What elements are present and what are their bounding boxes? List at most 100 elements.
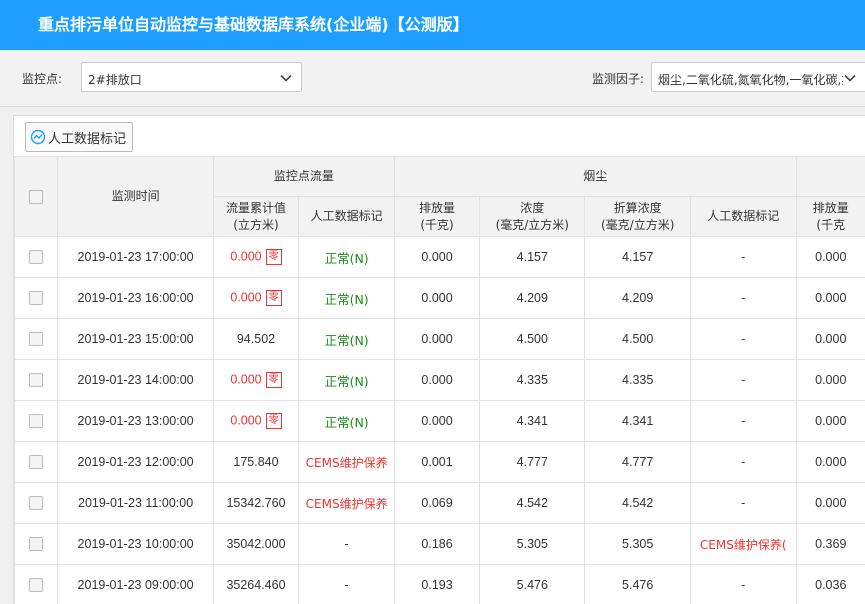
cell-flow: 0.000零: [213, 401, 299, 442]
manual-mark-button[interactable]: 人工数据标记: [25, 122, 133, 152]
cell-smoke-mark: -: [690, 401, 796, 442]
factor-label: 监测因子:: [592, 70, 644, 87]
row-checkbox[interactable]: [29, 373, 43, 387]
col-smoke-conc-title: 浓度: [480, 200, 584, 217]
row-checkbox[interactable]: [29, 455, 43, 469]
cell-next-emission: 0.000: [796, 237, 865, 278]
row-checkbox[interactable]: [29, 414, 43, 428]
cell-emission: 0.000: [395, 278, 480, 319]
cell-emission: 0.000: [395, 360, 480, 401]
cell-fold: 4.157: [585, 237, 690, 278]
line-chart-icon: [30, 129, 46, 145]
cell-conc: 4.341: [480, 401, 585, 442]
row-checkbox[interactable]: [29, 578, 43, 592]
col-flow-total: 流量累计值(立方米): [213, 197, 299, 237]
row-select-cell: [15, 360, 58, 401]
cell-fold: 4.500: [585, 319, 690, 360]
cell-smoke-mark: -: [690, 278, 796, 319]
col-smoke-emission-unit: (千克): [395, 217, 479, 234]
cell-flow-value: 0.000: [230, 249, 261, 263]
cell-time: 2019-01-23 12:00:00: [58, 442, 213, 483]
cell-fold: 4.335: [585, 360, 690, 401]
cell-flow-mark: 正常(N): [299, 278, 395, 319]
row-checkbox[interactable]: [29, 537, 43, 551]
cell-flow-value: 0.000: [230, 290, 261, 304]
cell-next-emission: 0.036: [796, 565, 865, 604]
select-all-checkbox[interactable]: [29, 190, 43, 204]
cell-flow-mark: -: [299, 565, 395, 604]
cell-flow-mark: CEMS维护保养: [299, 483, 395, 524]
cell-time: 2019-01-23 11:00:00: [58, 483, 213, 524]
row-checkbox[interactable]: [29, 291, 43, 305]
cell-smoke-mark: -: [690, 360, 796, 401]
group-flow: 监控点流量: [213, 157, 394, 197]
col-smoke-conc-unit: (毫克/立方米): [480, 217, 584, 234]
cell-flow: 35264.460: [213, 565, 299, 604]
row-checkbox[interactable]: [29, 496, 43, 510]
cell-time: 2019-01-23 16:00:00: [58, 278, 213, 319]
cell-time: 2019-01-23 13:00:00: [58, 401, 213, 442]
manual-mark-button-label: 人工数据标记: [48, 128, 126, 147]
cell-fold: 5.476: [585, 565, 690, 604]
zero-badge: 零: [266, 290, 282, 306]
cell-flow-value: 175.840: [233, 455, 278, 469]
cell-time: 2019-01-23 09:00:00: [58, 565, 213, 604]
row-select-cell: [15, 565, 58, 604]
chevron-down-icon: [279, 71, 293, 85]
col-smoke-fold-unit: (毫克/立方米): [585, 217, 689, 234]
cell-emission: 0.000: [395, 401, 480, 442]
cell-conc: 4.157: [480, 237, 585, 278]
cell-flow-mark: 正常(N): [299, 360, 395, 401]
row-checkbox[interactable]: [29, 332, 43, 346]
col-smoke-fold: 折算浓度(毫克/立方米): [585, 197, 690, 237]
cell-smoke-mark: -: [690, 237, 796, 278]
cell-next-emission: 0.000: [796, 360, 865, 401]
factor-select-value: 烟尘,二氧化硫,氮氧化物,一氧化碳,氯: [658, 71, 853, 88]
cell-conc: 5.305: [480, 524, 585, 565]
table-row: 2019-01-23 17:00:000.000零正常(N)0.0004.157…: [15, 237, 865, 278]
cell-emission: 0.000: [395, 237, 480, 278]
cell-fold: 4.209: [585, 278, 690, 319]
cell-emission: 0.069: [395, 483, 480, 524]
cell-emission: 0.000: [395, 319, 480, 360]
cell-conc: 4.209: [480, 278, 585, 319]
cell-next-emission: 0.000: [796, 319, 865, 360]
factor-select[interactable]: 烟尘,二氧化硫,氮氧化物,一氧化碳,氯: [651, 62, 865, 92]
cell-smoke-mark: CEMS维护保养(: [690, 524, 796, 565]
col-smoke-emission-title: 排放量: [395, 200, 479, 217]
cell-conc: 4.777: [480, 442, 585, 483]
cell-conc: 4.542: [480, 483, 585, 524]
point-label: 监控点:: [22, 70, 62, 87]
cell-time: 2019-01-23 15:00:00: [58, 319, 213, 360]
data-table: 监测时间 监控点流量 烟尘 流量累计值(立方米) 人工数据标记 排放量(千克) …: [14, 156, 865, 604]
group-next: [796, 157, 865, 197]
cell-flow-mark: -: [299, 524, 395, 565]
app-title: 重点排污单位自动监控与基础数据库系统(企业端)【公测版】: [38, 11, 469, 35]
row-select-cell: [15, 442, 58, 483]
filter-bar: 监控点: 2#排放口 监测因子: 烟尘,二氧化硫,氮氧化物,一氧化碳,氯: [0, 50, 865, 107]
cell-emission: 0.001: [395, 442, 480, 483]
row-select-cell: [15, 401, 58, 442]
row-select-cell: [15, 237, 58, 278]
cell-flow-value: 94.502: [237, 332, 275, 346]
cell-flow-mark: CEMS维护保养: [299, 442, 395, 483]
cell-flow: 35042.000: [213, 524, 299, 565]
zero-badge: 零: [266, 372, 282, 388]
row-checkbox[interactable]: [29, 250, 43, 264]
cell-smoke-mark: -: [690, 442, 796, 483]
cell-flow-mark: 正常(N): [299, 237, 395, 278]
point-select[interactable]: 2#排放口: [81, 62, 302, 92]
cell-fold: 4.341: [585, 401, 690, 442]
cell-flow-mark: 正常(N): [299, 319, 395, 360]
col-smoke-conc: 浓度(毫克/立方米): [480, 197, 585, 237]
col-smoke-mark: 人工数据标记: [690, 197, 796, 237]
app-header: 重点排污单位自动监控与基础数据库系统(企业端)【公测版】: [0, 0, 865, 50]
table-row: 2019-01-23 11:00:0015342.760CEMS维护保养0.06…: [15, 483, 865, 524]
cell-emission: 0.193: [395, 565, 480, 604]
cell-flow: 15342.760: [213, 483, 299, 524]
col-flow-total-title: 流量累计值: [214, 200, 299, 217]
col-smoke-fold-title: 折算浓度: [585, 200, 689, 217]
cell-next-emission: 0.000: [796, 483, 865, 524]
cell-next-emission: 0.000: [796, 442, 865, 483]
cell-time: 2019-01-23 10:00:00: [58, 524, 213, 565]
